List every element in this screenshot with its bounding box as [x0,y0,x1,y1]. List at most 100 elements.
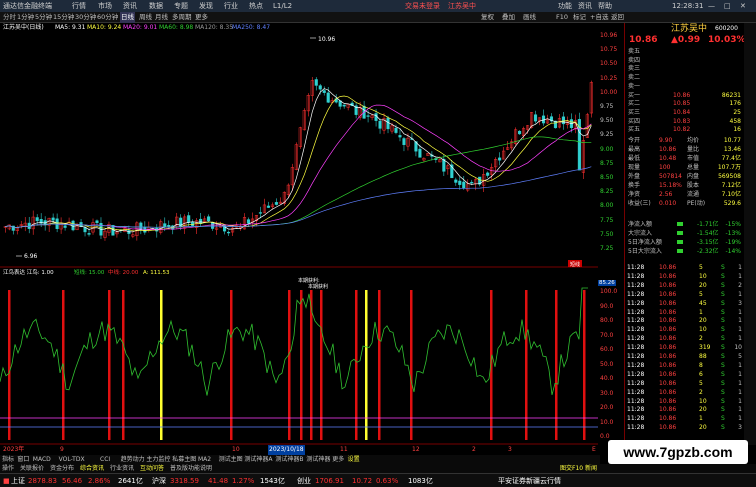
info-tab[interactable]: 资金分布 [50,464,74,473]
tick-side: S [721,344,725,352]
indicator-tab[interactable]: 指标 [2,455,14,464]
ask-row: 卖四 [625,56,743,65]
stat-value: 15.18% [659,182,682,189]
menu-item[interactable]: 热点 [249,0,263,12]
bid-row: 买二 10.85 176 [625,99,743,108]
stat-value: 7.10亿 [721,191,741,198]
window-stock-name: 江苏吴中 [448,2,476,10]
candlestick-chart[interactable]: 10.96 6.96 短线 [0,32,598,268]
indicator-tab[interactable]: 测试神器 [306,455,330,464]
row-volume: 458 [729,117,741,125]
menu-item[interactable]: 行情 [72,0,86,12]
tick-volume: 8 [699,361,703,369]
tick-side: S [721,361,725,369]
menu-item[interactable]: 专题 [174,0,188,12]
indicator-tab[interactable]: 测试神器A [244,455,272,464]
toolbar-button[interactable]: 返回 [611,12,624,23]
stat-value: 10.86 [659,146,677,153]
stat-value: 529.6 [723,200,741,207]
stat-value: 107.7万 [717,164,741,171]
menu-item[interactable]: 市场 [98,0,112,12]
tick-row: 11:28 10.86 2 S 1 [625,334,743,343]
maximize-icon[interactable]: □ [724,0,731,12]
period-tab[interactable]: 60分钟 [97,12,118,23]
tick-count: 2 [738,281,742,289]
stat-value: 10.48 [659,155,677,162]
period-tab[interactable]: 30分钟 [75,12,96,23]
indicator-tab[interactable]: 私募主图 [172,455,196,464]
info-tab[interactable]: 行业资讯 [110,464,134,473]
period-tab[interactable]: 分时 [3,12,16,23]
candle [163,223,167,228]
toolbar-button[interactable]: +自选 [590,12,608,23]
period-tab[interactable]: 15分钟 [53,12,74,23]
period-tab[interactable]: 多周期 [172,12,192,23]
tick-side: S [721,424,725,432]
tick-row: 11:28 10.86 5 S 1 [625,379,743,388]
trade-login[interactable]: 交易未登录 [405,0,440,12]
candle [398,135,402,138]
period-tab[interactable]: 周线 [139,12,152,23]
flow-row: 净流入额 -1.71亿 -15% [625,220,743,229]
y-tick: 70.0 [600,331,614,339]
menu-item[interactable]: 数据 [149,0,163,12]
tick-count: 10 [734,344,742,352]
news-ticker[interactable]: 平安证券新疆云行情 [498,474,561,487]
indicator-tab[interactable]: 测试主图 [219,455,243,464]
menu-item[interactable]: 发现 [199,0,213,12]
indicator-a: A: 111.53 [143,270,170,276]
tick-price: 10.86 [659,370,677,378]
minimize-icon[interactable]: — [708,0,715,12]
info-tab[interactable]: 综合资讯 [80,464,104,473]
stat-value: 100 [659,164,671,171]
menu-item[interactable]: L1/L2 [273,0,292,12]
toolbar-button[interactable]: 画线 [523,12,536,23]
info-tab[interactable]: 关联报价 [20,464,44,473]
toolbar-button[interactable]: 标记 [573,12,586,23]
indicator-tab[interactable]: VOL-TDX [59,455,85,464]
indicator-tab[interactable]: 测试神器B [275,455,303,464]
indicator-tab[interactable]: 设置 [348,455,360,464]
tick-volume: 20 [699,424,707,432]
indicator-tab[interactable]: 主力监控 [146,455,170,464]
menu-item[interactable]: 帮助 [598,0,612,12]
period-tab[interactable]: 1分钟 [17,12,34,23]
info-tab[interactable]: 互动问答 [140,464,164,473]
menu-item[interactable]: 行业 [224,0,238,12]
menu-item[interactable]: 功能 [558,0,572,12]
row-label: 买一 [628,91,641,99]
indicator-tab[interactable]: 更多 [332,455,344,464]
indicator-tab[interactable]: 趋势动力 [121,455,145,464]
menu-item[interactable]: 资讯 [123,0,137,12]
stat-value: 507814 [659,173,682,180]
y-current-value: 85.26 [598,280,616,286]
tick-count: 1 [738,370,742,378]
signal-bar-red [300,290,303,440]
indicator-chart[interactable]: 江鸟表达 江鸟: 1.00 短线: 15.00 中线: 20.00 A: 111… [0,268,598,445]
indicator-tab[interactable]: CCI [100,455,110,464]
period-tab[interactable]: 5分钟 [35,12,52,23]
ma10-value: MA10: 9.24 [87,24,122,31]
period-tab[interactable]: 月线 [155,12,168,23]
signal-bar-red [108,290,111,440]
indicator-tab[interactable]: MACD [33,455,51,464]
candle [342,104,346,107]
indicator-mid: 中线: 20.00 [108,268,139,276]
y-tick: 7.50 [600,230,614,238]
flow-row: 5日净流入额 -3.15亿 -19% [625,238,743,247]
toolbar-button[interactable]: 复权 [481,12,494,23]
tick-price: 10.86 [659,326,677,334]
f10-news-link[interactable]: 图交F10 新闻 [560,464,597,473]
toolbar-button[interactable]: 叠加 [502,12,515,23]
tick-volume: 1 [699,308,703,316]
info-tab[interactable]: 普及版功能说明 [170,464,212,473]
tick-count: 1 [738,415,742,423]
period-tab-active[interactable]: 日线 [120,12,135,23]
indicator-tab[interactable]: MA2 [198,455,211,464]
info-tab[interactable]: 操作 [2,464,14,473]
toolbar-button[interactable]: F10 [556,12,568,23]
indicator-tab[interactable]: 窗口 [17,455,29,464]
close-icon[interactable]: ✕ [740,0,746,12]
menu-item[interactable]: 资讯 [578,0,592,12]
period-tab[interactable]: 更多 [195,12,208,23]
